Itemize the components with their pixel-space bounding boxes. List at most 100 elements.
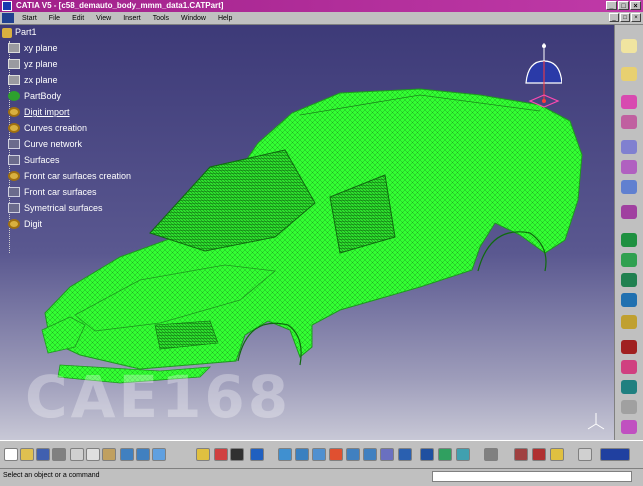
tree-item-label: Curve network bbox=[24, 139, 83, 149]
minimize-button[interactable]: _ bbox=[606, 1, 617, 10]
tree-item-partbody[interactable]: PartBody bbox=[8, 91, 61, 101]
fillet-icon[interactable] bbox=[621, 380, 637, 394]
zoom-out-icon[interactable] bbox=[363, 448, 377, 461]
symmetry-icon[interactable] bbox=[621, 420, 637, 434]
plane-tool-icon[interactable] bbox=[621, 140, 637, 154]
tree-item-label: zx plane bbox=[24, 75, 58, 85]
hide-show-icon[interactable] bbox=[438, 448, 452, 461]
print-icon[interactable] bbox=[52, 448, 66, 461]
fit-all-icon[interactable] bbox=[295, 448, 309, 461]
plane-icon bbox=[8, 43, 20, 53]
analysis-icon[interactable] bbox=[514, 448, 528, 461]
extrude-icon[interactable] bbox=[621, 233, 637, 247]
tree-item-front-car-surfaces-creation[interactable]: Front car surfaces creation bbox=[8, 171, 131, 181]
menu-help[interactable]: Help bbox=[212, 15, 238, 22]
doc-close-button[interactable]: × bbox=[631, 13, 641, 22]
rotate-icon[interactable] bbox=[329, 448, 343, 461]
apply-material-icon[interactable] bbox=[550, 448, 564, 461]
menu-insert[interactable]: Insert bbox=[117, 15, 147, 22]
fill-icon[interactable] bbox=[621, 293, 637, 307]
gear-icon bbox=[8, 219, 20, 229]
catia-logo-icon bbox=[600, 448, 630, 461]
transform-icon[interactable] bbox=[621, 400, 637, 414]
menu-file[interactable]: File bbox=[43, 15, 66, 22]
revolve-icon[interactable] bbox=[621, 253, 637, 267]
tree-item-yz-plane[interactable]: yz plane bbox=[8, 59, 58, 69]
workbench-icon[interactable] bbox=[621, 39, 637, 53]
tree-root-label: Part1 bbox=[15, 27, 37, 37]
display-mode-icon[interactable] bbox=[230, 448, 244, 461]
cut-icon[interactable] bbox=[70, 448, 84, 461]
tree-item-digit[interactable]: Digit bbox=[8, 219, 42, 229]
macro-icon[interactable] bbox=[484, 448, 498, 461]
doc-restore-button[interactable]: □ bbox=[620, 13, 630, 22]
view-iso-icon[interactable] bbox=[398, 448, 412, 461]
tree-item-symetrical-surfaces[interactable]: Symetrical surfaces bbox=[8, 203, 103, 213]
open-icon[interactable] bbox=[20, 448, 34, 461]
3d-viewport[interactable]: Part1 xy plane yz plane zx plane PartBod… bbox=[0, 25, 614, 440]
zoom-in-icon[interactable] bbox=[346, 448, 360, 461]
body-icon bbox=[8, 91, 20, 101]
menu-window[interactable]: Window bbox=[175, 15, 212, 22]
line-icon[interactable] bbox=[621, 115, 637, 129]
trim-icon[interactable] bbox=[621, 360, 637, 374]
document-icon[interactable] bbox=[2, 13, 14, 23]
undo-icon[interactable] bbox=[120, 448, 134, 461]
tree-item-zx-plane[interactable]: zx plane bbox=[8, 75, 58, 85]
sweep-icon[interactable] bbox=[621, 273, 637, 287]
catalog-icon[interactable] bbox=[578, 448, 592, 461]
geometrical-set-icon bbox=[8, 139, 20, 149]
paste-icon[interactable] bbox=[102, 448, 116, 461]
geometrical-set-icon bbox=[8, 203, 20, 213]
curve-icon[interactable] bbox=[621, 160, 637, 174]
split-icon[interactable] bbox=[621, 340, 637, 354]
knowledge-icon[interactable] bbox=[214, 448, 228, 461]
menu-tools[interactable]: Tools bbox=[147, 15, 175, 22]
tree-item-curve-network[interactable]: Curve network bbox=[8, 139, 82, 149]
help-icon[interactable] bbox=[152, 448, 166, 461]
menu-start[interactable]: Start bbox=[16, 15, 43, 22]
pan-icon[interactable] bbox=[312, 448, 326, 461]
tree-item-surfaces[interactable]: Surfaces bbox=[8, 155, 60, 165]
window-controls: _ □ × bbox=[606, 1, 641, 10]
project-icon[interactable] bbox=[621, 205, 637, 219]
maximize-button[interactable]: □ bbox=[618, 1, 629, 10]
power-input-field[interactable] bbox=[432, 471, 632, 482]
tree-item-xy-plane[interactable]: xy plane bbox=[8, 43, 58, 53]
formula-icon[interactable] bbox=[196, 448, 210, 461]
render-style-icon[interactable] bbox=[420, 448, 434, 461]
tree-root[interactable]: Part1 bbox=[2, 27, 37, 38]
spline-icon[interactable] bbox=[621, 180, 637, 194]
gear-icon bbox=[8, 107, 20, 117]
close-button[interactable]: × bbox=[630, 1, 641, 10]
swap-visible-space-icon[interactable] bbox=[456, 448, 470, 461]
select-icon[interactable] bbox=[621, 67, 637, 81]
save-icon[interactable] bbox=[36, 448, 50, 461]
fly-mode-icon[interactable] bbox=[278, 448, 292, 461]
point-icon[interactable] bbox=[621, 95, 637, 109]
document-window-controls: _ □ × bbox=[609, 13, 641, 22]
catia-app-icon[interactable] bbox=[2, 1, 12, 11]
status-message: Select an object or a command bbox=[3, 472, 100, 479]
gear-icon bbox=[8, 171, 20, 181]
bottom-toolbar bbox=[0, 440, 643, 469]
measure-icon[interactable] bbox=[532, 448, 546, 461]
copy-icon[interactable] bbox=[86, 448, 100, 461]
tree-item-label: Front car surfaces bbox=[24, 187, 97, 197]
compass-icon[interactable] bbox=[522, 43, 562, 108]
tree-item-label: Symetrical surfaces bbox=[24, 203, 103, 213]
tree-item-digit-import[interactable]: Digit import bbox=[8, 107, 70, 117]
normal-view-icon[interactable] bbox=[380, 448, 394, 461]
menu-edit[interactable]: Edit bbox=[66, 15, 90, 22]
tree-item-curves-creation[interactable]: Curves creation bbox=[8, 123, 87, 133]
tree-item-front-car-surfaces[interactable]: Front car surfaces bbox=[8, 187, 97, 197]
redo-icon[interactable] bbox=[136, 448, 150, 461]
gear-icon bbox=[8, 123, 20, 133]
plane-icon bbox=[8, 59, 20, 69]
part-icon bbox=[2, 27, 12, 38]
join-icon[interactable] bbox=[621, 315, 637, 329]
new-icon[interactable] bbox=[4, 448, 18, 461]
menu-view[interactable]: View bbox=[90, 15, 117, 22]
select-mode-icon[interactable] bbox=[250, 448, 264, 461]
doc-minimize-button[interactable]: _ bbox=[609, 13, 619, 22]
